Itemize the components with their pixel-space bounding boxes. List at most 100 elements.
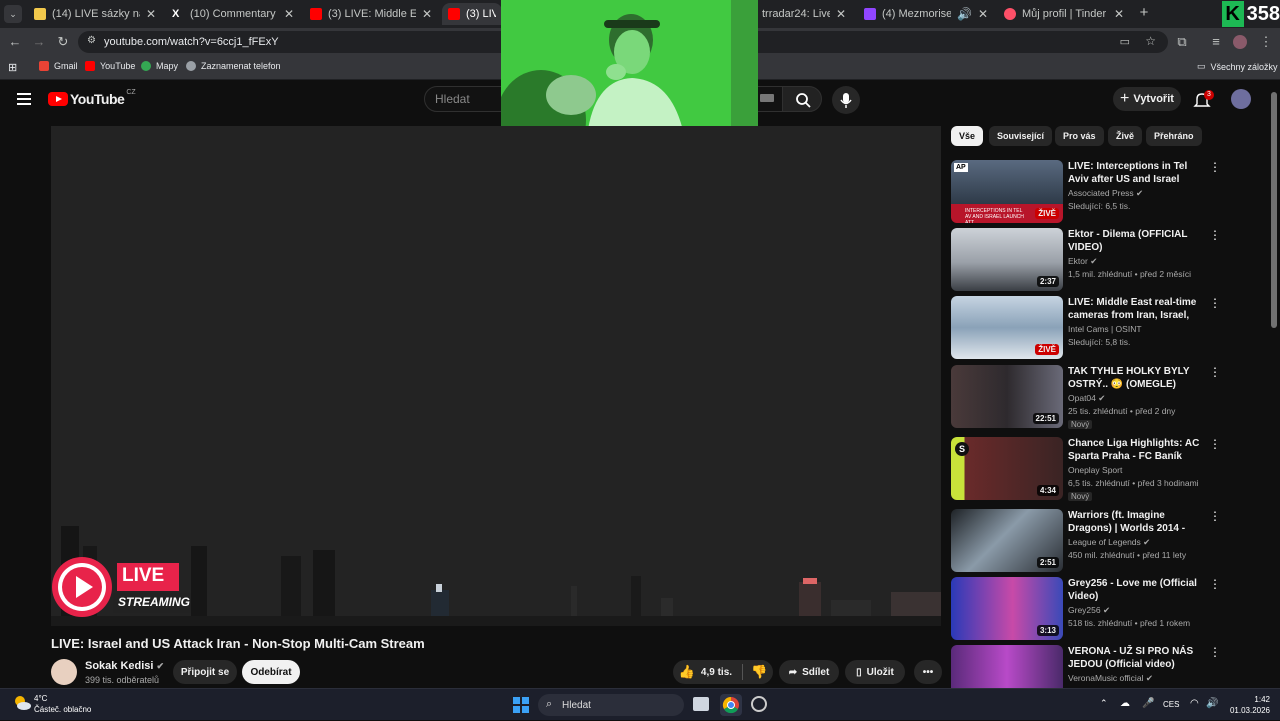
chip-related[interactable]: Související xyxy=(989,126,1053,146)
video-thumbnail[interactable] xyxy=(951,645,1063,688)
video-player[interactable] xyxy=(51,126,941,626)
bookmark-youtube[interactable]: YouTube xyxy=(85,61,135,71)
channel-avatar[interactable] xyxy=(51,659,77,685)
join-button[interactable]: Připojit se xyxy=(173,660,237,684)
bookmark-mapy[interactable]: Mapy xyxy=(141,61,178,71)
weather-widget[interactable]: 4°C Částeč. oblačno xyxy=(12,693,91,715)
browser-tab-active[interactable]: (3) LIVE: Is xyxy=(442,3,502,25)
chip-for-you[interactable]: Pro vás xyxy=(1055,126,1104,146)
recommendation-item[interactable]: 2:51 Warriors (ft. Imagine Dragons) | Wo… xyxy=(951,509,1226,573)
browser-tab[interactable]: (14) LIVE sázky na lední h ✕ xyxy=(28,3,162,25)
menu-hamburger-icon[interactable] xyxy=(17,93,31,108)
more-vert-icon[interactable]: ⋮ xyxy=(1209,365,1221,379)
more-vert-icon[interactable]: ⋮ xyxy=(1209,437,1221,451)
system-clock[interactable]: 1:42 01.03.2026 xyxy=(1228,694,1270,716)
save-button[interactable]: ▯ Uložit xyxy=(845,660,905,684)
browser-tab[interactable]: X (10) Commentary Donald ✕ xyxy=(166,3,300,25)
close-icon[interactable]: ✕ xyxy=(146,7,156,21)
recommendation-item[interactable]: AP INTERCEPTIONS IN TEL AV AND ISRAEL LA… xyxy=(951,160,1226,224)
video-thumbnail[interactable]: 22:51 xyxy=(951,365,1063,428)
forward-arrow-icon[interactable]: → xyxy=(31,34,47,49)
taskbar-search[interactable]: ⌕ Hledat xyxy=(538,694,684,716)
bookmark-zaznamenat[interactable]: Zaznamenat telefon xyxy=(186,61,281,71)
bookmark-star-icon[interactable]: ☆ xyxy=(1145,34,1156,48)
more-vert-icon[interactable]: ⋮ xyxy=(1209,509,1221,523)
more-vert-icon[interactable]: ⋮ xyxy=(1209,160,1221,174)
voice-search-button[interactable] xyxy=(832,86,860,114)
bookmark-icon: ▯ xyxy=(856,666,862,678)
recommendation-item[interactable]: 3:13 Grey256 - Love me (Official Video) … xyxy=(951,577,1226,641)
recommendation-item[interactable]: ŽIVĚ LIVE: Middle East real-time cameras… xyxy=(951,296,1226,360)
extensions-icon[interactable]: ⧉ xyxy=(1174,34,1190,50)
microphone-icon[interactable]: 🎤 xyxy=(1142,698,1154,709)
chip-live[interactable]: Živě xyxy=(1108,126,1143,146)
video-thumbnail[interactable]: S 4:34 xyxy=(951,437,1063,500)
recommendation-item[interactable]: 2:37 Ektor - Dilema (OFFICIAL VIDEO) Ekt… xyxy=(951,228,1226,292)
chevron-up-icon[interactable]: ⌃ xyxy=(1100,698,1108,709)
browser-tab[interactable]: trradar24: Live Flight ✕ xyxy=(756,3,852,25)
windows-start-icon[interactable] xyxy=(513,697,529,713)
browser-tab[interactable]: (4) Mezmorised - Twit 🔊 ✕ xyxy=(858,3,994,25)
thumbs-down-icon[interactable]: 👎 xyxy=(742,664,767,680)
share-button[interactable]: ➦ Sdílet xyxy=(779,660,839,684)
video-thumbnail[interactable]: ŽIVĚ xyxy=(951,296,1063,359)
subscribe-button[interactable]: Odebírat xyxy=(242,660,300,684)
more-vert-icon[interactable]: ⋮ xyxy=(1209,228,1221,242)
browser-tab[interactable]: Můj profil | Tinder ✕ xyxy=(998,3,1130,25)
wifi-icon[interactable]: ◠ xyxy=(1190,698,1199,709)
video-thumbnail[interactable]: AP INTERCEPTIONS IN TEL AV AND ISRAEL LA… xyxy=(951,160,1063,223)
rec-meta: 518 tis. zhlédnutí • před 1 rokem xyxy=(1068,618,1191,628)
close-icon[interactable]: ✕ xyxy=(1114,7,1124,21)
more-vert-icon[interactable]: ⋮ xyxy=(1209,577,1221,591)
chrome-taskbar-button[interactable] xyxy=(720,694,742,716)
taskbar-search-label: Hledat xyxy=(562,699,591,711)
reading-list-icon[interactable]: ≡ xyxy=(1208,34,1224,49)
site-info-icon[interactable]: ⚙ xyxy=(87,35,96,46)
youtube-logo[interactable]: YouTube CZ xyxy=(48,89,136,107)
recommendation-item[interactable]: S 4:34 Chance Liga Highlights: AC Sparta… xyxy=(951,437,1226,501)
more-vert-icon[interactable]: ⋮ xyxy=(1209,296,1221,310)
all-bookmarks[interactable]: ▭ Všechny záložky xyxy=(1197,61,1278,72)
close-icon[interactable]: ✕ xyxy=(284,7,294,21)
apps-grid-icon[interactable]: ⊞ xyxy=(8,61,17,74)
rec-meta: 450 mil. zhlédnutí • před 11 lety xyxy=(1068,550,1187,560)
new-badge: Nový xyxy=(1068,420,1093,429)
close-icon[interactable]: ✕ xyxy=(836,7,846,21)
keyboard-icon[interactable] xyxy=(760,94,774,102)
create-button[interactable]: + Vytvořit xyxy=(1113,87,1181,111)
channel-name[interactable]: Sokak Kedisi ✔ xyxy=(85,660,164,672)
onedrive-icon[interactable]: ☁ xyxy=(1120,698,1130,709)
chip-all[interactable]: Vše xyxy=(951,126,984,146)
volume-icon[interactable]: 🔊 xyxy=(1206,698,1218,709)
recommendation-item[interactable]: VERONA - UŽ SI PRO NÁS JEDOU (Official v… xyxy=(951,645,1226,688)
app-taskbar-icon[interactable] xyxy=(751,696,767,712)
close-icon[interactable]: ✕ xyxy=(422,7,432,21)
like-button[interactable]: 👍 4,9 tis. 👎 xyxy=(673,660,773,684)
search-button[interactable] xyxy=(782,86,822,112)
profile-avatar-icon[interactable] xyxy=(1233,35,1247,49)
more-menu-icon[interactable]: ⋮ xyxy=(1258,34,1274,50)
chip-watched[interactable]: Přehráno xyxy=(1146,126,1202,146)
verified-check-icon: ✔ xyxy=(1090,256,1098,266)
close-icon[interactable]: ✕ xyxy=(978,7,988,21)
video-thumbnail[interactable]: 2:37 xyxy=(951,228,1063,291)
more-actions-button[interactable]: ••• xyxy=(914,660,942,684)
input-language[interactable]: CES xyxy=(1163,700,1179,709)
bookmark-label: Zaznamenat telefon xyxy=(201,61,281,71)
video-thumbnail[interactable]: 3:13 xyxy=(951,577,1063,640)
new-tab-button[interactable]: + xyxy=(1136,4,1152,21)
bookmark-gmail[interactable]: Gmail xyxy=(39,61,78,71)
video-thumbnail[interactable]: 2:51 xyxy=(951,509,1063,572)
more-vert-icon[interactable]: ⋮ xyxy=(1209,645,1221,659)
back-arrow-icon[interactable]: ← xyxy=(7,34,23,49)
file-explorer-icon[interactable] xyxy=(693,697,709,711)
verified-check-icon: ✔ xyxy=(1143,537,1151,547)
cast-icon[interactable]: ▭ xyxy=(1120,35,1130,48)
page-scrollbar[interactable] xyxy=(1271,92,1277,328)
tab-search-icon[interactable]: ⌄ xyxy=(4,5,22,23)
share-label: Sdílet xyxy=(802,666,830,678)
browser-tab[interactable]: (3) LIVE: Middle East real- ✕ xyxy=(304,3,438,25)
user-avatar[interactable] xyxy=(1231,89,1251,109)
reload-icon[interactable]: ↻ xyxy=(55,34,71,50)
recommendation-item[interactable]: 22:51 TAK TYHLE HOLKY BYLY OSTRÝ.. 😳 (OM… xyxy=(951,365,1226,429)
